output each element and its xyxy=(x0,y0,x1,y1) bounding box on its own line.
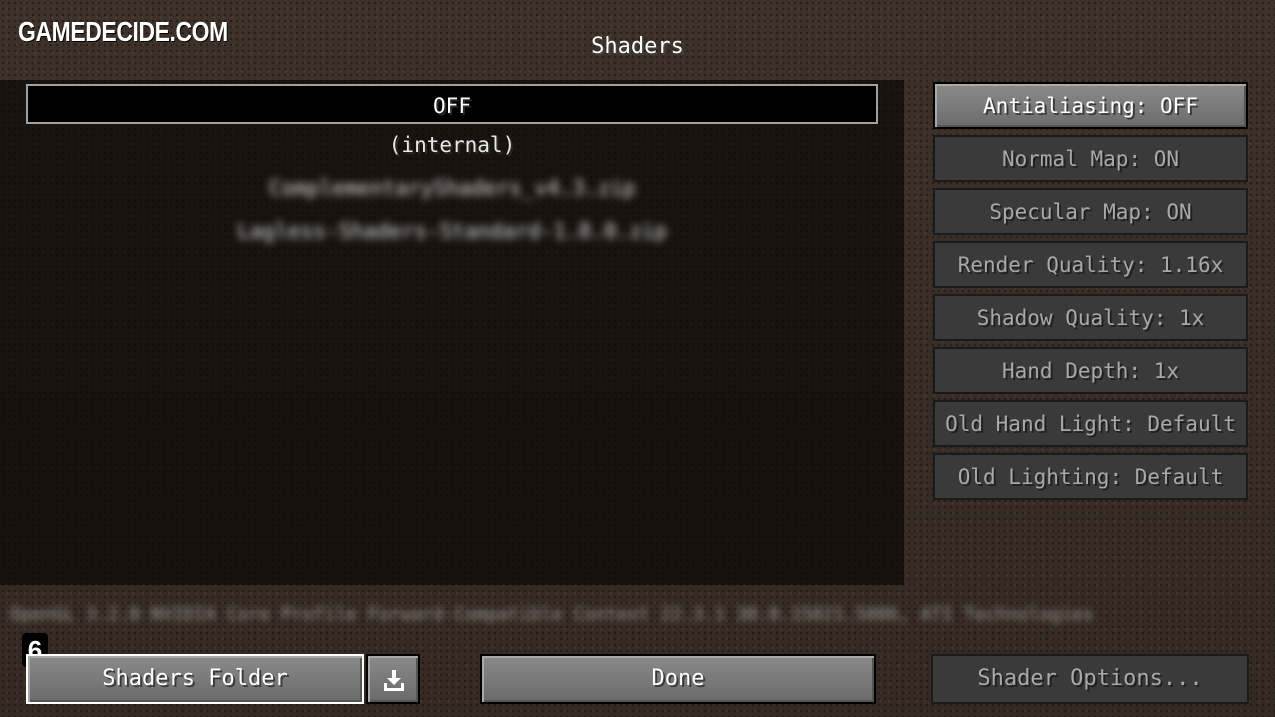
old-hand-light-button[interactable]: Old Hand Light: Default xyxy=(933,400,1248,447)
done-button[interactable]: Done xyxy=(480,654,876,704)
old-lighting-button[interactable]: Old Lighting: Default xyxy=(933,453,1248,500)
opengl-info-text: OpenGL 3.2.0 NVIDIA Core Profile Forward… xyxy=(10,604,1094,625)
screen-title: Shaders xyxy=(591,34,684,59)
shader-list-panel[interactable]: OFF (internal) ComplementaryShaders_v4.3… xyxy=(0,80,904,585)
shadow-quality-button[interactable]: Shadow Quality: 1x xyxy=(933,294,1248,341)
normal-map-button[interactable]: Normal Map: ON xyxy=(933,135,1248,182)
specular-map-button[interactable]: Specular Map: ON xyxy=(933,188,1248,235)
shaders-folder-button[interactable]: Shaders Folder xyxy=(26,654,364,704)
shader-options-button[interactable]: Shader Options... xyxy=(931,654,1249,704)
shader-item-lagless[interactable]: Lagless-Shaders-Standard-1.8.0.zip xyxy=(26,211,878,251)
shader-item-internal[interactable]: (internal) xyxy=(26,125,878,165)
shader-item-off[interactable]: OFF xyxy=(26,84,878,124)
hand-depth-button[interactable]: Hand Depth: 1x xyxy=(933,347,1248,394)
render-quality-button[interactable]: Render Quality: 1.16x xyxy=(933,241,1248,288)
shader-item-complementary[interactable]: ComplementaryShaders_v4.3.zip xyxy=(26,168,878,208)
antialiasing-button[interactable]: Antialiasing: OFF xyxy=(933,82,1248,129)
download-icon[interactable] xyxy=(366,654,420,704)
download-glyph-icon xyxy=(384,670,404,691)
